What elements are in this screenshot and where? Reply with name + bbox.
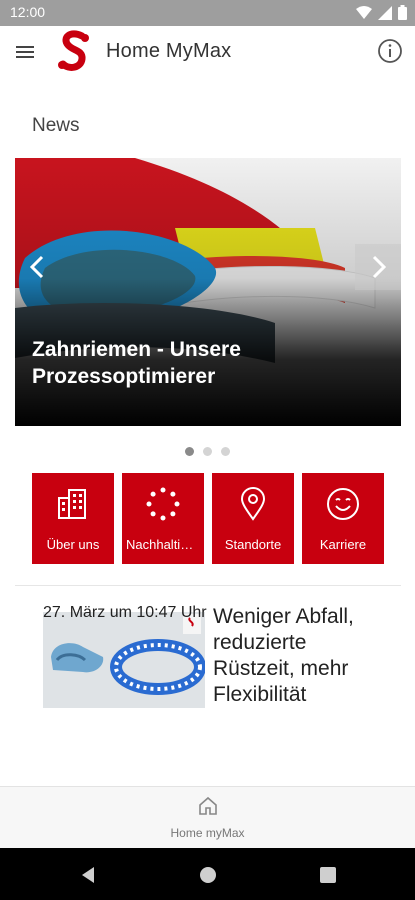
signal-icon	[378, 5, 392, 20]
status-bar: 12:00	[0, 0, 415, 26]
tile-nachhaltigkeit[interactable]: Nachhaltigkeit	[122, 473, 204, 564]
info-icon[interactable]	[377, 38, 403, 64]
news-slider[interactable]: Zahnriemen - Unsere Prozessoptimierer	[15, 158, 401, 426]
chevron-right-icon	[372, 255, 387, 279]
location-pin-icon	[240, 487, 266, 521]
smiley-icon	[327, 488, 359, 520]
slider-dot[interactable]	[221, 447, 230, 456]
tile-label: Standorte	[224, 537, 282, 552]
tile-label: Karriere	[319, 537, 367, 552]
circle-dots-icon	[146, 487, 180, 521]
bottom-nav-home[interactable]: Home myMax	[0, 795, 415, 840]
slide-caption[interactable]: Zahnriemen - Unsere Prozessoptimierer	[32, 336, 332, 390]
wifi-icon	[356, 5, 372, 19]
tile-label: Nachhaltigkeit	[126, 537, 204, 552]
quick-links: Über uns Nachhaltigkeit Standorte Karrie…	[32, 473, 384, 564]
app-bar: Home MyMax	[0, 26, 415, 78]
home-icon	[198, 796, 217, 815]
slider-prev-button[interactable]	[15, 244, 61, 290]
back-icon[interactable]	[78, 864, 100, 886]
article-thumbnail	[43, 612, 205, 708]
building-icon	[58, 489, 86, 519]
chevron-left-icon	[29, 255, 44, 279]
battery-icon	[398, 5, 407, 20]
section-divider	[15, 585, 401, 586]
app-title: Home MyMax	[106, 40, 232, 62]
article-date: 27. März um 10:47 Uhr	[43, 604, 207, 621]
news-heading: News	[32, 115, 80, 136]
article-image	[43, 612, 205, 708]
brand-logo	[58, 30, 89, 71]
tile-label: Über uns	[46, 537, 100, 552]
hamburger-menu-icon[interactable]	[14, 40, 36, 64]
tile-karriere[interactable]: Karriere	[302, 473, 384, 564]
bottom-nav-home-label: Home myMax	[170, 826, 245, 840]
tile-ueber-uns[interactable]: Über uns	[32, 473, 114, 564]
slider-dot[interactable]	[203, 447, 212, 456]
slider-pagination	[0, 447, 415, 456]
status-time: 12:00	[10, 4, 46, 20]
bottom-navigation: Home myMax	[0, 786, 415, 848]
slider-dot[interactable]	[185, 447, 194, 456]
home-button-icon[interactable]	[197, 864, 219, 886]
status-icons	[356, 5, 407, 20]
slider-next-button[interactable]	[355, 244, 401, 290]
recents-icon[interactable]	[317, 864, 339, 886]
tile-standorte[interactable]: Standorte	[212, 473, 294, 564]
system-navigation-bar	[0, 848, 415, 900]
